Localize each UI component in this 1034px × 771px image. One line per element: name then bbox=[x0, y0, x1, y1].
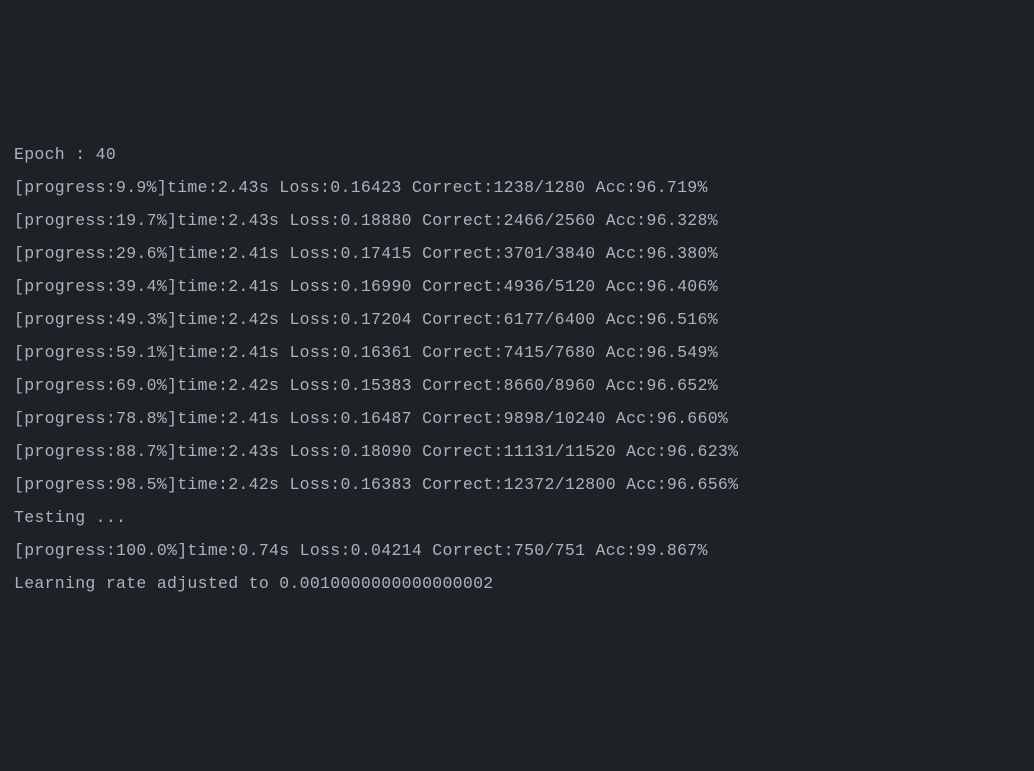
training-progress-line: [progress:49.3%]time:2.42s Loss:0.17204 … bbox=[14, 303, 1020, 336]
test-progress-line: [progress:100.0%]time:0.74s Loss:0.04214… bbox=[14, 534, 1020, 567]
training-progress-line: [progress:69.0%]time:2.42s Loss:0.15383 … bbox=[14, 369, 1020, 402]
training-progress-line: [progress:29.6%]time:2.41s Loss:0.17415 … bbox=[14, 237, 1020, 270]
testing-header: Testing ... bbox=[14, 501, 1020, 534]
training-progress-line: [progress:39.4%]time:2.41s Loss:0.16990 … bbox=[14, 270, 1020, 303]
training-progress-line: [progress:9.9%]time:2.43s Loss:0.16423 C… bbox=[14, 171, 1020, 204]
training-progress-line: [progress:19.7%]time:2.43s Loss:0.18880 … bbox=[14, 204, 1020, 237]
terminal-output: Epoch : 40[progress:9.9%]time:2.43s Loss… bbox=[14, 138, 1020, 600]
training-progress-line: [progress:88.7%]time:2.43s Loss:0.18090 … bbox=[14, 435, 1020, 468]
training-progress-line: [progress:78.8%]time:2.41s Loss:0.16487 … bbox=[14, 402, 1020, 435]
epoch-header: Epoch : 40 bbox=[14, 138, 1020, 171]
training-progress-line: [progress:98.5%]time:2.42s Loss:0.16383 … bbox=[14, 468, 1020, 501]
training-progress-line: [progress:59.1%]time:2.41s Loss:0.16361 … bbox=[14, 336, 1020, 369]
learning-rate-line: Learning rate adjusted to 0.001000000000… bbox=[14, 567, 1020, 600]
